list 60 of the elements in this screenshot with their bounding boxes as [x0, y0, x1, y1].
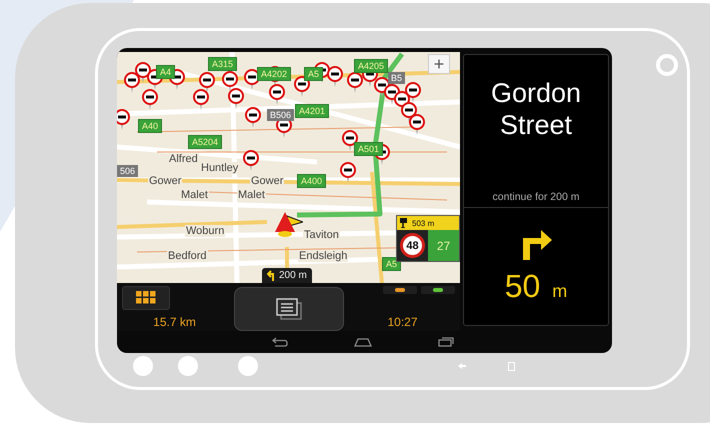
road-number-plate: A4205: [354, 59, 388, 73]
road-number-plate: A315: [208, 57, 238, 71]
street-name-label: Malet: [237, 189, 266, 201]
distance-unit: m: [552, 281, 568, 302]
street-name-label: Taviton: [303, 229, 340, 241]
next-street-name: Gordon Street: [490, 77, 582, 142]
restriction-pin-icon: [222, 71, 238, 92]
zoom-in-button[interactable]: +: [428, 54, 450, 74]
street-name-label: Woburn: [185, 225, 226, 237]
current-speed: 27: [428, 230, 459, 261]
road-number-plate: A40: [138, 119, 162, 133]
camera-distance: 503 m: [412, 218, 434, 228]
maneuver-distance: 50: [504, 268, 540, 305]
street-name-label: Malet: [180, 189, 209, 201]
street-name-label: Gower: [148, 175, 182, 187]
restriction-pin-icon: [124, 72, 140, 93]
restriction-pin-icon: [228, 88, 244, 109]
restriction-pin-icon: [340, 162, 356, 183]
list-icon: [276, 298, 302, 320]
road-number-plate: B5: [388, 72, 406, 84]
recent-apps-button[interactable]: [438, 337, 454, 347]
status-indicator-icon: [421, 286, 455, 294]
restriction-pin-icon: [405, 82, 421, 103]
restriction-pin-icon: [245, 107, 261, 128]
recent-apps-icon: [438, 337, 454, 347]
street-name-label: Huntley: [200, 162, 240, 174]
street-name-label: Endsleigh: [298, 250, 348, 262]
status-indicator-icon: [383, 286, 417, 294]
rectangle-icon: [508, 362, 515, 370]
continue-instruction: continue for 200 m: [492, 190, 580, 205]
menu-button[interactable]: [122, 286, 170, 310]
street-name-label: Alfred: [168, 153, 199, 165]
restriction-pin-icon: [199, 72, 215, 93]
vehicle-position-icon: [273, 210, 303, 238]
clock-time: 10:27: [386, 315, 419, 329]
road-number-plate: A5204: [188, 135, 222, 149]
turn-left-arrow-icon: [267, 270, 276, 281]
camera-icon: [400, 218, 409, 228]
remaining-distance: 15.7 km: [152, 315, 197, 329]
street-name-label: Bedford: [167, 250, 208, 262]
grid-icon: [136, 291, 156, 305]
road-number-plate: A5: [304, 67, 324, 81]
turn-distance: 200 m: [279, 270, 307, 281]
restriction-pin-icon: [117, 109, 130, 130]
road-number-plate: A4201: [295, 104, 330, 118]
road-number-plate: 506: [117, 165, 138, 177]
restriction-pin-icon: [142, 89, 158, 110]
restriction-pin-icon: [327, 66, 343, 87]
restriction-pin-icon: [269, 84, 285, 105]
road-number-plate: B506: [267, 109, 294, 121]
back-arrow-icon: [458, 363, 466, 369]
restriction-pin-icon: [193, 89, 209, 110]
restriction-pin-icon: [243, 150, 259, 171]
route-list-button[interactable]: [234, 287, 344, 331]
restriction-pin-icon: [409, 114, 425, 135]
road-number-plate: A501: [354, 142, 384, 156]
road-number-plate: A400: [297, 174, 326, 188]
road-number-plate: A4: [156, 65, 176, 79]
speed-limit-sign: 48: [400, 233, 425, 258]
street-name-label: Gower: [250, 175, 284, 187]
